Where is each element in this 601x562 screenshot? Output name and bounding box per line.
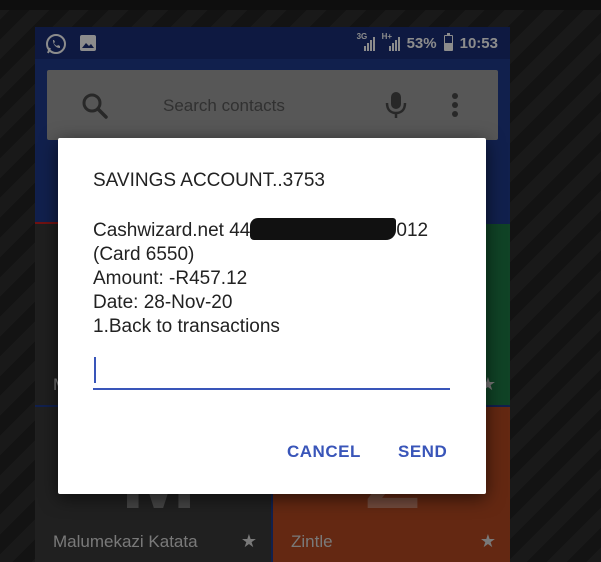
menu-option: 1.Back to transactions bbox=[93, 316, 280, 337]
transaction-amount: Amount: -R457.12 bbox=[93, 268, 248, 289]
merchant-text-start: Cashwizard.net 44 bbox=[93, 220, 251, 241]
text-cursor bbox=[94, 357, 96, 383]
ussd-dialog: SAVINGS ACCOUNT..3753 Cashwizard.net 44 0… bbox=[58, 138, 486, 494]
transaction-merchant: Cashwizard.net 44 012 (Card 6550) bbox=[93, 218, 458, 267]
reply-input[interactable] bbox=[93, 352, 450, 390]
dialog-title: SAVINGS ACCOUNT..3753 bbox=[93, 170, 325, 191]
redaction-mark bbox=[250, 218, 397, 240]
send-button[interactable]: SEND bbox=[398, 442, 447, 462]
cancel-button[interactable]: CANCEL bbox=[287, 442, 361, 462]
dialog-message: Cashwizard.net 44 012 (Card 6550) Amount:… bbox=[93, 218, 458, 339]
transaction-date: Date: 28-Nov-20 bbox=[93, 292, 233, 313]
